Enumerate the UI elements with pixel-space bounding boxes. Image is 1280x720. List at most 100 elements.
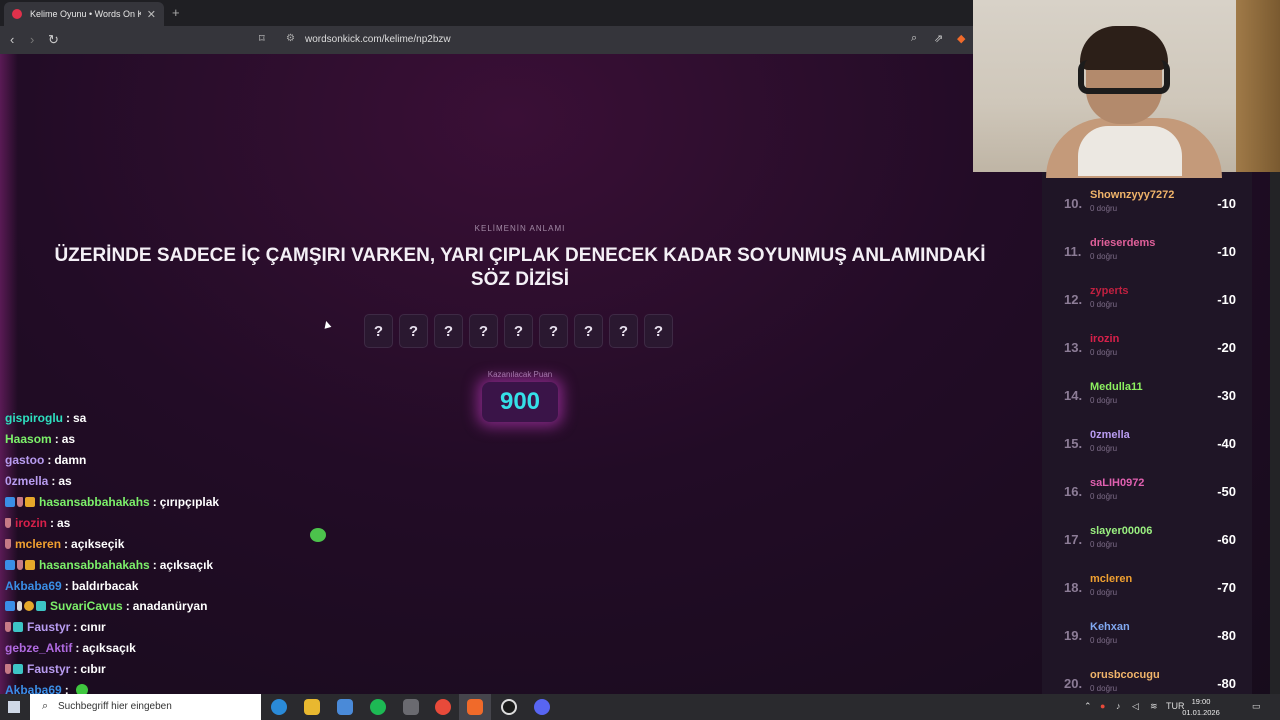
share-icon[interactable]: ⇗ bbox=[934, 32, 943, 45]
chat-username[interactable]: Faustyr bbox=[27, 662, 70, 676]
chat-username[interactable]: irozin bbox=[15, 516, 47, 530]
back-icon[interactable]: ‹ bbox=[10, 32, 14, 47]
chat-username[interactable]: hasansabbahakahs bbox=[39, 495, 150, 509]
cup-badge-icon bbox=[5, 538, 11, 549]
leaderboard-correct: 0 doğru bbox=[1090, 348, 1118, 357]
chat-username[interactable]: mcleren bbox=[15, 537, 61, 551]
chat-username[interactable]: Haasom bbox=[5, 432, 52, 446]
chat-text: açıksaçık bbox=[159, 557, 214, 572]
leaderboard-rank: 15. bbox=[1064, 436, 1083, 451]
brave-icon[interactable] bbox=[467, 699, 483, 715]
discord-icon[interactable] bbox=[534, 699, 550, 715]
calculator-icon[interactable] bbox=[403, 699, 419, 715]
leaderboard-score: -20 bbox=[1217, 340, 1236, 355]
letter-tile: ? bbox=[644, 314, 673, 348]
sub-badge-icon bbox=[24, 601, 34, 612]
file-explorer-icon[interactable] bbox=[304, 699, 320, 715]
chat-message: SuvariCavus: anadanüryan bbox=[5, 596, 219, 617]
chat-separator: : bbox=[73, 662, 78, 677]
leaderboard-rank: 11. bbox=[1064, 244, 1082, 259]
leaderboard-player: zyperts bbox=[1090, 285, 1129, 297]
leaderboard-player: Kehxan bbox=[1090, 621, 1130, 633]
zoom-icon[interactable]: ⌕ bbox=[911, 32, 917, 45]
gift-badge-icon bbox=[13, 664, 23, 675]
letter-tile: ? bbox=[574, 314, 603, 348]
crown-badge-icon bbox=[25, 497, 35, 507]
chat-message: Faustyr: cıbır bbox=[5, 659, 219, 680]
webcam-streamer-shirt bbox=[1078, 126, 1182, 176]
letter-tile: ? bbox=[399, 314, 428, 348]
chat-separator: : bbox=[73, 620, 78, 635]
chat-username[interactable]: gebze_Aktif bbox=[5, 641, 72, 655]
chat-username[interactable]: hasansabbahakahs bbox=[39, 558, 150, 572]
chat-badges bbox=[5, 517, 11, 528]
points-value: 900 bbox=[482, 382, 558, 422]
chat-separator: : bbox=[47, 453, 52, 468]
chat-message: irozin: as bbox=[5, 512, 219, 533]
tab-favicon-icon bbox=[12, 9, 22, 19]
tray-volume-icon[interactable]: ◁ bbox=[1132, 701, 1139, 712]
leaderboard-score: -10 bbox=[1217, 244, 1236, 259]
tray-network-icon[interactable]: ≋ bbox=[1150, 701, 1158, 712]
chat-message: hasansabbahakahs: çırıpçıplak bbox=[5, 492, 219, 513]
mic-badge-icon bbox=[17, 601, 22, 612]
leaderboard-score: -80 bbox=[1217, 628, 1236, 643]
cup-badge-icon bbox=[5, 622, 11, 633]
bookmark-icon[interactable]: ⌑ bbox=[259, 32, 265, 45]
site-info-icon[interactable]: ⚙ bbox=[286, 33, 295, 44]
tab-title: Kelime Oyunu • Words On Kick bbox=[30, 9, 141, 19]
tray-record-icon[interactable]: ● bbox=[1100, 701, 1105, 711]
chat-separator: : bbox=[54, 432, 59, 447]
chrome-icon[interactable] bbox=[435, 699, 451, 715]
letter-tile: ? bbox=[504, 314, 533, 348]
leaderboard-correct: 0 doğru bbox=[1090, 588, 1118, 597]
chat-username[interactable]: Akbaba69 bbox=[5, 579, 62, 593]
leaderboard-correct: 0 doğru bbox=[1090, 444, 1118, 453]
chat-badges bbox=[5, 538, 11, 549]
leaderboard-score: -60 bbox=[1217, 532, 1236, 547]
leaderboard-row: 17. slayer00006 0 doğru -60 bbox=[1050, 518, 1246, 562]
leaderboard: 10. Shownzyyy7272 0 doğru -10 11. drieserdems… bbox=[1042, 172, 1252, 694]
new-tab-icon[interactable]: + bbox=[172, 5, 180, 20]
taskbar-search[interactable]: ⌕ Suchbegriff hier eingeben bbox=[30, 694, 261, 720]
brave-shield-icon[interactable]: ◆ bbox=[957, 32, 965, 45]
taskbar-clock[interactable]: 19:00 01.01.2026 bbox=[1176, 696, 1226, 718]
leaderboard-score: -40 bbox=[1217, 436, 1236, 451]
chat-text: açıksaçık bbox=[82, 641, 136, 656]
chat-text: as bbox=[58, 474, 72, 489]
leaderboard-row: 18. mcleren 0 doğru -70 bbox=[1050, 566, 1246, 610]
chat-username[interactable]: gispiroglu bbox=[5, 411, 63, 425]
edge-icon[interactable] bbox=[271, 699, 287, 715]
letter-tile: ? bbox=[364, 314, 393, 348]
address-bar[interactable]: ⚙ wordsonkick.com/kelime/np2bzw bbox=[278, 30, 978, 50]
chat-separator: : bbox=[50, 515, 54, 530]
chat-overlay: gispiroglu: sa Haasom: as gastoo: damn 0zmella… bbox=[5, 408, 219, 700]
reload-icon[interactable]: ↻ bbox=[48, 32, 59, 48]
spotify-icon[interactable] bbox=[370, 699, 386, 715]
windows-start-icon[interactable] bbox=[8, 701, 20, 713]
chat-text: sa bbox=[73, 411, 87, 426]
chat-username[interactable]: SuvariCavus bbox=[50, 599, 123, 613]
leaderboard-rank: 14. bbox=[1064, 388, 1083, 403]
cup-badge-icon bbox=[17, 559, 23, 570]
chat-separator: : bbox=[125, 599, 130, 614]
browser-tab[interactable]: Kelime Oyunu • Words On Kick ✕ bbox=[4, 2, 164, 26]
chat-username[interactable]: Faustyr bbox=[27, 620, 70, 634]
points-label: Kazanılacak Puan bbox=[487, 370, 553, 379]
obs-icon[interactable] bbox=[501, 699, 517, 715]
chat-text: cınır bbox=[80, 620, 106, 635]
store-icon[interactable] bbox=[337, 699, 353, 715]
tray-mic-icon[interactable]: ♪ bbox=[1116, 701, 1121, 711]
leaderboard-correct: 0 doğru bbox=[1090, 252, 1118, 261]
close-icon[interactable]: ✕ bbox=[147, 8, 156, 21]
leaderboard-row: 20. orusbcocugu 0 doğru -80 bbox=[1050, 662, 1246, 694]
forward-icon[interactable]: › bbox=[30, 32, 34, 47]
chat-username[interactable]: gastoo bbox=[5, 453, 44, 467]
tray-chevron-icon[interactable]: ⌃ bbox=[1084, 701, 1092, 712]
notification-icon[interactable]: ▭ bbox=[1252, 701, 1261, 712]
chat-text: anadanüryan bbox=[132, 599, 208, 614]
letter-tile: ? bbox=[539, 314, 568, 348]
chat-username[interactable]: 0zmella bbox=[5, 474, 48, 488]
search-input[interactable]: Suchbegriff hier eingeben bbox=[58, 701, 172, 712]
leaderboard-rank: 17. bbox=[1064, 532, 1083, 547]
